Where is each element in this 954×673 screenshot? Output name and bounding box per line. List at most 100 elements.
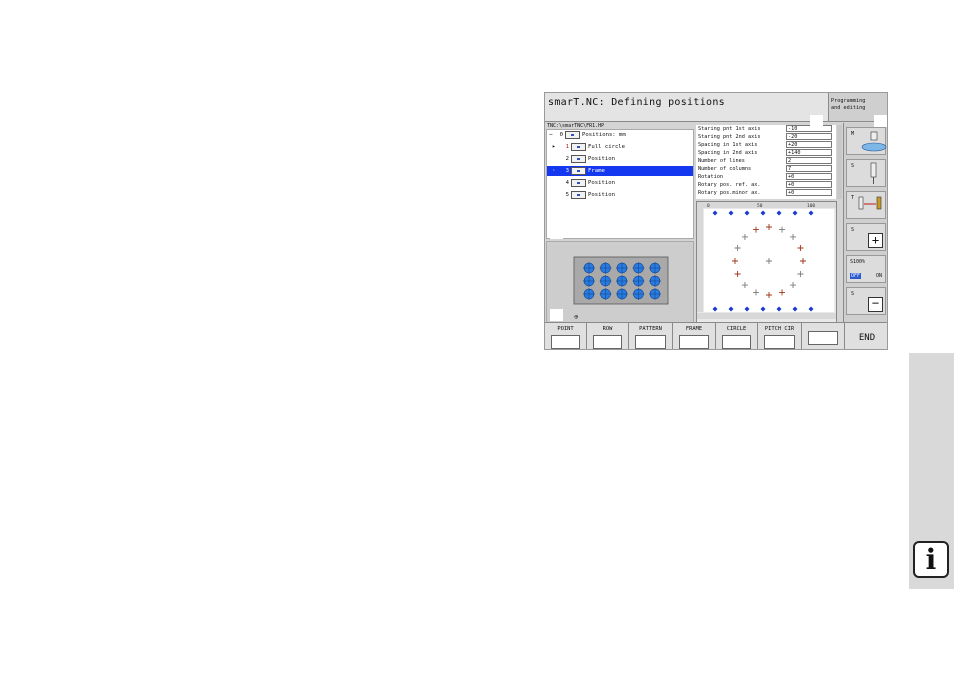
param-input[interactable]: +20 — [786, 141, 832, 148]
param-row: Spacing in 2nd axis +140 — [698, 149, 834, 157]
position-icon — [571, 179, 586, 187]
param-label: Spacing in 1st axis — [698, 142, 758, 148]
tree-row-label: Frame — [588, 168, 605, 174]
param-label: Spacing in 2nd axis — [698, 150, 758, 156]
softkey-end[interactable]: END — [845, 323, 887, 349]
full-circle-icon — [571, 143, 586, 151]
smartnc-screen: smarT.NC: Defining positions Programming… — [544, 92, 888, 350]
parameter-form: Staring pnt 1st axis -10 Staring pnt 2nd… — [696, 125, 836, 199]
softkey-label: CIRCLE — [726, 326, 747, 332]
param-row: Rotary pos. ref. ax. +0 — [698, 181, 834, 189]
param-input[interactable]: +0 — [786, 173, 832, 180]
off-label: OFF — [850, 273, 862, 279]
spindle-override-key[interactable]: S100% OFF ON — [846, 255, 886, 283]
mode-line-1: Programming — [831, 98, 866, 104]
callout-box — [810, 115, 823, 127]
screen-title: smarT.NC: Defining positions — [545, 93, 828, 122]
param-input[interactable]: +140 — [786, 149, 832, 156]
softkey-label: ROW — [602, 326, 613, 332]
tool-key[interactable]: T — [846, 191, 886, 219]
s-minus-label: S — [851, 291, 855, 297]
graphic-h-scrollbar[interactable] — [697, 313, 836, 319]
param-input[interactable]: -20 — [786, 133, 832, 140]
softkey-label: PATTERN — [639, 326, 662, 332]
ruler-mark: 100 — [807, 203, 815, 209]
softkey-pitch-cir[interactable]: PITCH CIR — [758, 323, 802, 349]
param-label: Staring pnt 2nd axis — [698, 134, 761, 140]
callout-box — [763, 168, 776, 180]
program-tree: − 0 Positions: mm ▸ 1 Full circle 2 Posi… — [546, 129, 694, 239]
softkey-label: PITCH CIR — [764, 326, 795, 332]
workpiece-preview-graphic: ⊕ — [573, 256, 669, 321]
callout-box — [874, 115, 887, 127]
tree-row-label: Full circle — [588, 144, 626, 150]
workpiece-preview: ⊕ — [546, 241, 694, 325]
tool-change-icon — [858, 196, 882, 210]
param-input[interactable]: 7 — [786, 165, 832, 172]
info-icon: i — [913, 541, 949, 578]
param-label: Rotary pos.minor ax. — [698, 190, 761, 196]
override-label: S100% — [850, 259, 866, 265]
position-icon — [571, 155, 586, 163]
position-icon — [571, 191, 586, 199]
tree-row-number: 5 — [565, 192, 569, 198]
circle-icon — [722, 335, 751, 349]
tree-row-number: 4 — [565, 180, 569, 186]
param-input[interactable]: -10 — [786, 125, 832, 132]
spindle-key[interactable]: S — [846, 159, 886, 187]
softkey-frame[interactable]: FRAME — [673, 323, 716, 349]
spindle-minus-key[interactable]: S − — [846, 287, 886, 315]
spindle-icon — [870, 162, 877, 184]
m-function-key[interactable]: M — [846, 127, 887, 155]
callout-box — [550, 309, 563, 321]
softkey-tool[interactable] — [802, 323, 845, 349]
tree-row-label: Position — [588, 156, 615, 162]
pattern-icon — [635, 335, 666, 349]
param-label: Number of lines — [698, 158, 745, 164]
frame-icon — [571, 167, 586, 175]
param-row: Staring pnt 2nd axis -20 — [698, 133, 834, 141]
tree-row-label: Positions: mm — [582, 132, 626, 138]
param-input[interactable]: +0 — [786, 189, 832, 196]
collapse-icon[interactable]: − — [549, 130, 553, 140]
minus-icon: − — [868, 297, 883, 312]
softkey-row[interactable]: ROW — [587, 323, 629, 349]
tree-row[interactable]: ▸ 1 Full circle — [547, 142, 693, 152]
tree-row-number: 1 — [565, 144, 569, 150]
tree-row-selected[interactable]: · 3 Frame — [547, 166, 693, 176]
callout-box — [550, 227, 563, 239]
param-input[interactable]: 2 — [786, 157, 832, 164]
mode-line-2: and editing — [831, 105, 866, 111]
softkey-circle[interactable]: CIRCLE — [716, 323, 758, 349]
coolant-icon — [861, 131, 887, 152]
machine-softkey-bar: M S T S + S100% OFF ON S − — [843, 123, 887, 323]
tree-row-number: 2 — [565, 156, 569, 162]
param-input[interactable]: +0 — [786, 181, 832, 188]
tree-row-number: 0 — [559, 132, 563, 138]
plus-icon: + — [868, 233, 883, 248]
s-plus-label: S — [851, 227, 855, 233]
ruler-mark: 0 — [707, 203, 710, 209]
tree-row-number: 3 — [565, 168, 569, 174]
softkey-label: FRAME — [685, 326, 703, 332]
param-scrollbar[interactable] — [837, 125, 842, 199]
collapse-icon[interactable]: · — [552, 166, 556, 176]
softkey-point[interactable]: POINT — [545, 323, 587, 349]
tool-axis-icon — [808, 331, 838, 345]
tree-row[interactable]: 4 Position — [547, 178, 693, 188]
pitch-circle-icon — [764, 335, 795, 349]
param-label: Number of columns — [698, 166, 752, 172]
softkey-pattern[interactable]: PATTERN — [629, 323, 673, 349]
param-label: Rotation — [698, 174, 723, 180]
expand-icon[interactable]: ▸ — [552, 142, 556, 152]
param-row: Spacing in 1st axis +20 — [698, 141, 834, 149]
tree-row[interactable]: − 0 Positions: mm — [547, 130, 693, 140]
position-graphic-canvas: 0 50 100 — [697, 202, 836, 319]
on-label: ON — [875, 273, 882, 279]
softkey-bar: POINT ROW PATTERN FRAME CIRCLE PITCH CIR… — [545, 322, 887, 349]
softkey-label: POINT — [557, 326, 574, 332]
tree-row[interactable]: 2 Position — [547, 154, 693, 164]
tree-row[interactable]: 5 Position — [547, 190, 693, 200]
tree-row-label: Position — [588, 192, 615, 198]
spindle-plus-key[interactable]: S + — [846, 223, 886, 251]
